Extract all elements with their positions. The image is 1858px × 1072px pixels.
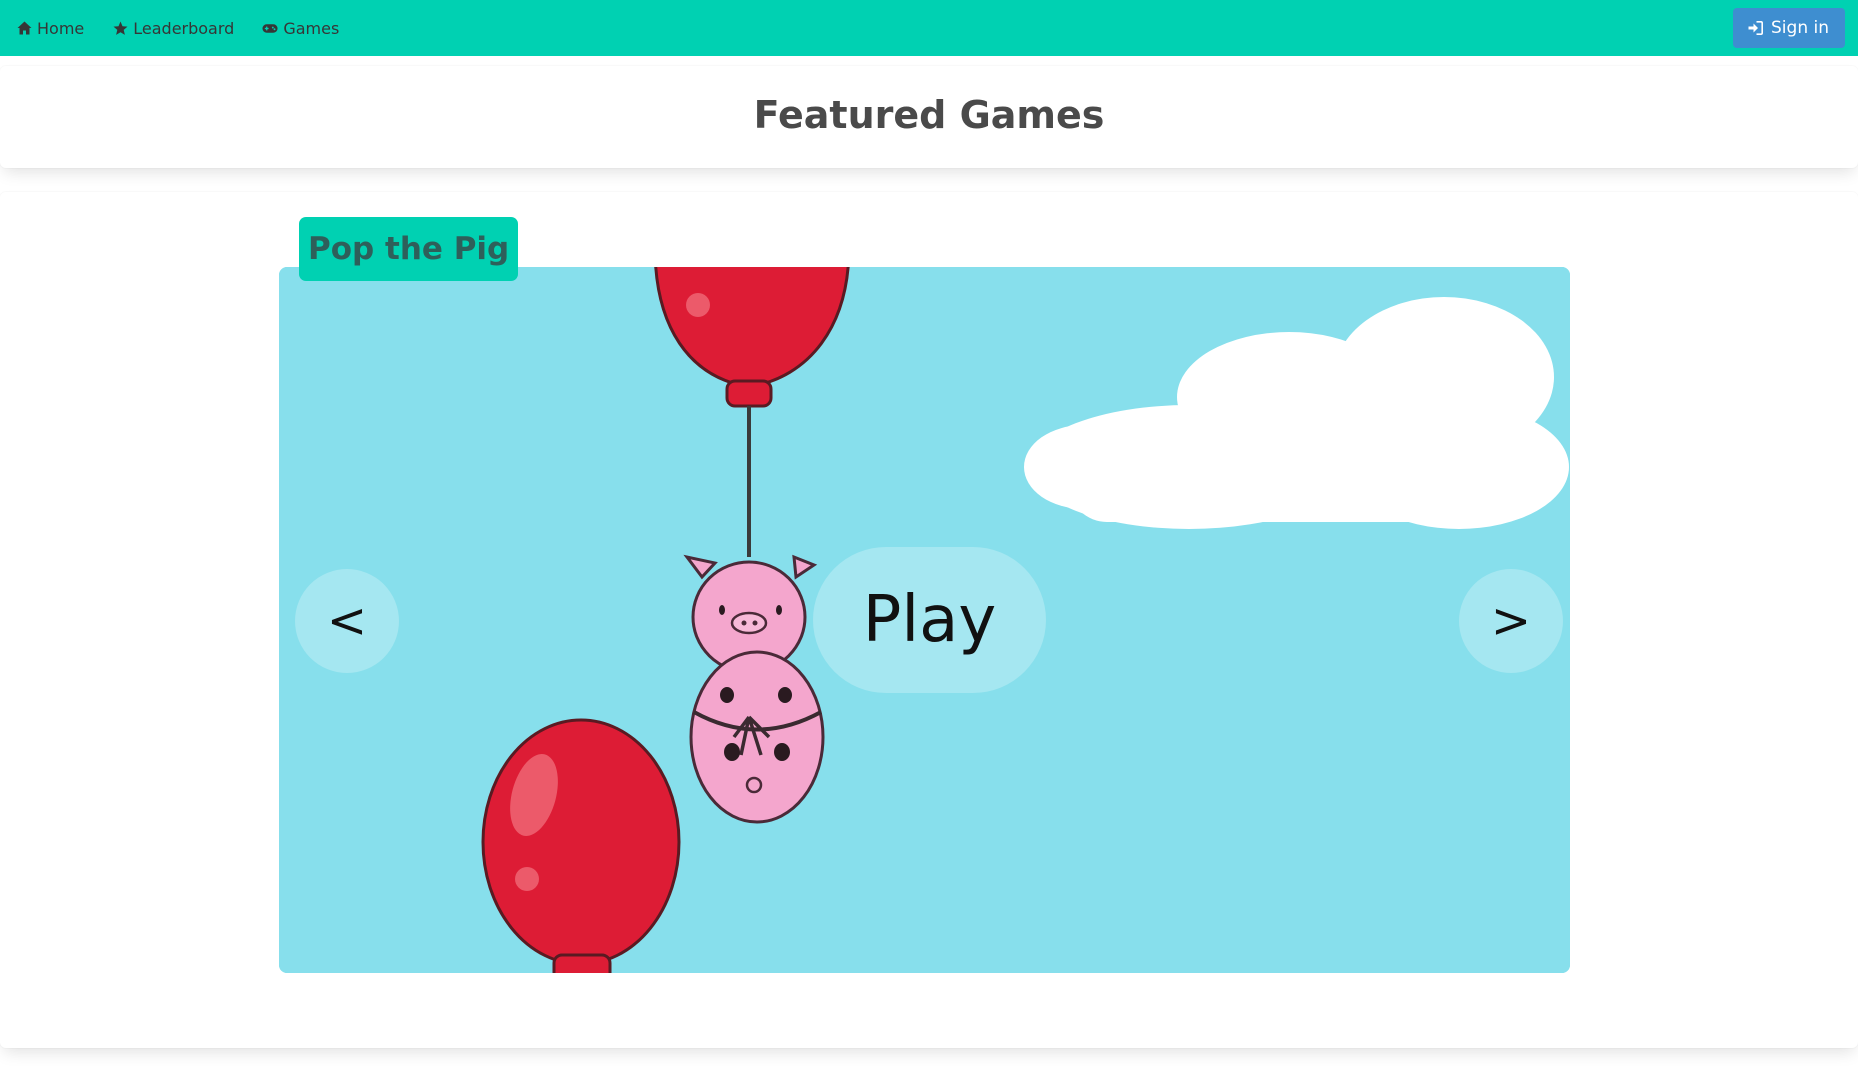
page-title: Featured Games (753, 93, 1105, 137)
pig-graphic (683, 554, 825, 824)
nav-item-leaderboard-label: Leaderboard (133, 18, 235, 38)
top-navbar: Home Leaderboard Games Sign in (0, 0, 1858, 56)
sign-in-label: Sign in (1771, 18, 1829, 38)
carousel-next-button[interactable]: > (1459, 569, 1563, 673)
nav-item-games[interactable]: Games (262, 19, 339, 38)
play-button[interactable]: Play (813, 547, 1046, 693)
gamepad-icon (262, 20, 278, 36)
featured-games-carousel: Pop the Pig < > Play (0, 192, 1858, 1048)
nav-item-leaderboard[interactable]: Leaderboard (112, 19, 234, 38)
game-title-tag: Pop the Pig (299, 217, 519, 281)
carousel-prev-button[interactable]: < (295, 569, 399, 673)
nav-item-games-label: Games (283, 18, 340, 38)
sign-in-button[interactable]: Sign in (1733, 8, 1845, 48)
star-icon (112, 20, 128, 36)
nav-item-home-label: Home (37, 18, 85, 38)
navbar-menu: Home Leaderboard Games (16, 0, 367, 56)
featured-header-box: Featured Games (0, 66, 1858, 168)
nav-item-home[interactable]: Home (16, 19, 84, 38)
home-icon (16, 20, 32, 36)
sign-in-icon (1747, 20, 1763, 36)
